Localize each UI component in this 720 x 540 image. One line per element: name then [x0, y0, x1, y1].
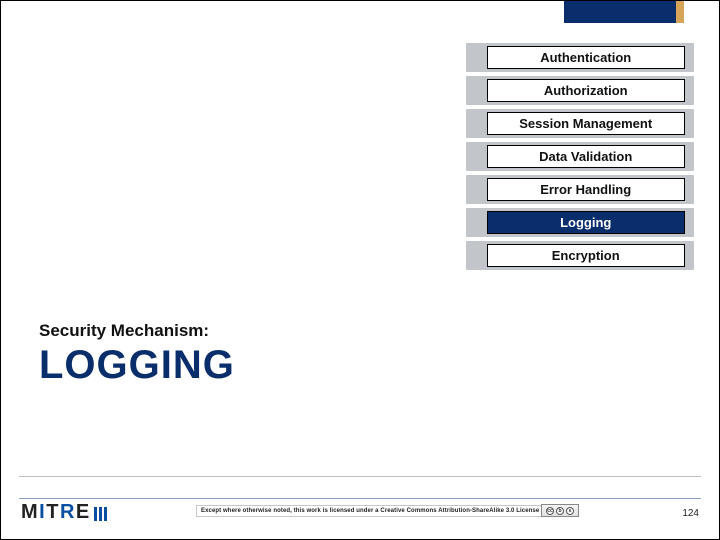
tab-label: Error Handling — [487, 178, 685, 201]
tab-authentication[interactable]: Authentication — [466, 43, 694, 72]
tab-logging[interactable]: Logging — [466, 208, 694, 237]
mitre-logo: MITRE — [21, 501, 107, 524]
slide-content: Authentication Authorization Session Man… — [1, 1, 719, 539]
sa-icon: s — [566, 507, 574, 515]
tab-data-validation[interactable]: Data Validation — [466, 142, 694, 171]
by-icon: b — [556, 507, 564, 515]
tab-label: Logging — [487, 211, 685, 234]
tab-encryption[interactable]: Encryption — [466, 241, 694, 270]
tab-label: Authorization — [487, 79, 685, 102]
page-number: 124 — [682, 508, 699, 519]
cc-icon: cc — [546, 507, 554, 515]
security-topic-tabs: Authentication Authorization Session Man… — [466, 43, 694, 274]
section-title: LOGGING — [39, 343, 235, 388]
logo-letter: I — [39, 501, 45, 524]
slide: Authentication Authorization Session Man… — [0, 0, 720, 540]
tab-session-management[interactable]: Session Management — [466, 109, 694, 138]
logo-letter: R — [60, 501, 75, 524]
divider — [19, 476, 701, 477]
tab-label: Authentication — [487, 46, 685, 69]
divider — [19, 498, 701, 499]
tab-error-handling[interactable]: Error Handling — [466, 175, 694, 204]
logo-letter: M — [21, 501, 38, 524]
tab-label: Session Management — [487, 112, 685, 135]
cc-license-badge: cc b s — [541, 504, 579, 517]
corner-decoration — [564, 1, 684, 23]
tab-authorization[interactable]: Authorization — [466, 76, 694, 105]
logo-letter: E — [76, 501, 90, 524]
license-text: Except where otherwise noted, this work … — [196, 505, 544, 517]
logo-bars-icon — [94, 507, 107, 524]
section-eyebrow: Security Mechanism: — [39, 321, 235, 341]
tab-label: Data Validation — [487, 145, 685, 168]
section-heading: Security Mechanism: LOGGING — [39, 321, 235, 388]
tab-label: Encryption — [487, 244, 685, 267]
logo-letter: T — [46, 501, 59, 524]
